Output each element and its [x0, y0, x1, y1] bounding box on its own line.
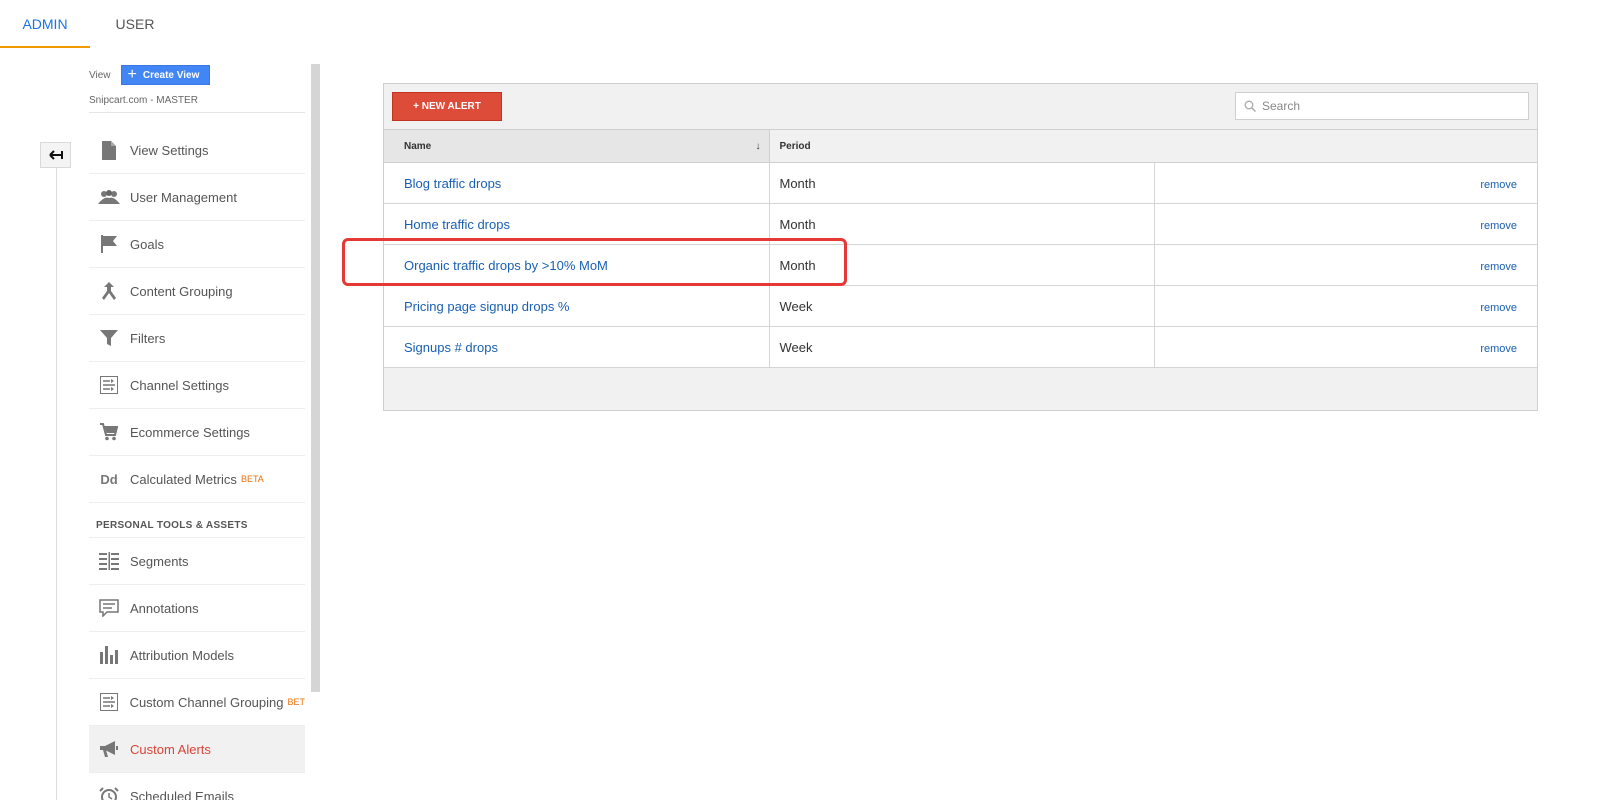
tab-admin[interactable]: ADMIN: [0, 0, 90, 48]
period-column-header[interactable]: Period: [769, 129, 1537, 163]
people-icon: [98, 187, 120, 207]
alert-name-link[interactable]: Organic traffic drops by >10% MoM: [404, 258, 608, 273]
alert-period: Month: [769, 203, 1155, 245]
sidebar-item-label: Filters: [130, 330, 166, 346]
remove-link[interactable]: remove: [1480, 261, 1517, 273]
name-header-label: Name: [404, 140, 432, 152]
channel-icon: [98, 692, 120, 712]
alerts-toolbar: + NEW ALERT: [384, 84, 1537, 129]
sidebar-item-label: Scheduled Emails: [130, 788, 235, 800]
search-box: [1235, 92, 1529, 120]
table-row: Home traffic drops Month remove: [384, 203, 1537, 245]
funnel-icon: [98, 328, 120, 348]
admin-sidebar: View + Create View Snipcart.com - MASTER…: [89, 64, 305, 800]
bar-chart-icon: [98, 645, 120, 665]
sidebar-item-channel-settings[interactable]: Channel Settings: [89, 362, 305, 409]
sidebar-item-label: Calculated Metrics: [130, 471, 237, 487]
sidebar-item-label: Custom Channel Grouping: [129, 694, 284, 710]
sidebar-item-label: Custom Alerts: [130, 741, 211, 757]
alert-period: Month: [769, 162, 1155, 204]
comment-icon: [98, 598, 120, 618]
alert-period: Week: [769, 326, 1155, 368]
alert-name-link[interactable]: Pricing page signup drops %: [404, 299, 570, 314]
sidebar-item-label: Channel Settings: [130, 377, 230, 393]
sidebar-item-attribution-models[interactable]: Attribution Models: [89, 632, 305, 679]
alert-name-link[interactable]: Signups # drops: [404, 340, 498, 355]
merge-icon: [98, 281, 120, 301]
table-row: Signups # drops Week remove: [384, 326, 1537, 368]
table-row: Organic traffic drops by >10% MoM Month …: [384, 244, 1537, 286]
sidebar-item-annotations[interactable]: Annotations: [89, 585, 305, 632]
remove-link[interactable]: remove: [1480, 179, 1517, 191]
view-label: View: [89, 69, 111, 81]
create-view-label: Create View: [142, 69, 200, 81]
search-input[interactable]: [1262, 99, 1512, 113]
sort-arrow-icon: ↓: [755, 141, 761, 152]
sidebar-item-label: Attribution Models: [130, 647, 235, 663]
sidebar-item-content-grouping[interactable]: Content Grouping: [89, 268, 305, 315]
sidebar-item-calculated-metrics[interactable]: Dd Calculated Metrics BETA: [89, 456, 305, 503]
sidebar-item-label: View Settings: [130, 142, 209, 158]
search-icon: [1244, 100, 1256, 112]
alerts-table: Name ↓ Period Blog traffic drops Month r…: [384, 129, 1537, 368]
remove-link[interactable]: remove: [1480, 220, 1517, 232]
sidebar-item-label: Ecommerce Settings: [130, 424, 250, 440]
gutter-divider: [56, 142, 57, 800]
view-selector[interactable]: Snipcart.com - MASTER: [89, 95, 305, 113]
sidebar-item-ecommerce-settings[interactable]: Ecommerce Settings: [89, 409, 305, 456]
admin-user-tabs: ADMIN USER: [0, 0, 180, 48]
beta-badge: BETA: [240, 474, 264, 484]
alert-period: Month: [769, 244, 1155, 286]
dd-icon: Dd: [100, 471, 118, 487]
sidebar-scrollbar[interactable]: [311, 64, 320, 692]
segments-icon: [98, 551, 120, 571]
arrow-left-icon: [48, 150, 63, 160]
sidebar-item-label: User Management: [130, 189, 237, 205]
remove-link[interactable]: remove: [1480, 343, 1517, 355]
sidebar-item-custom-channel-grouping[interactable]: Custom Channel Grouping BET: [89, 679, 305, 726]
custom-alerts-panel: + NEW ALERT Name ↓ Period Blog traffic d…: [383, 83, 1538, 411]
cart-icon: [98, 422, 120, 442]
sidebar-item-user-management[interactable]: User Management: [89, 174, 305, 221]
table-header-row: Name ↓ Period: [384, 129, 1537, 163]
sidebar-item-label: Segments: [130, 553, 189, 569]
sidebar-item-label: Annotations: [130, 600, 199, 616]
table-row: Pricing page signup drops % Week remove: [384, 285, 1537, 327]
sidebar-item-scheduled-emails[interactable]: Scheduled Emails: [89, 773, 305, 800]
remove-link[interactable]: remove: [1480, 302, 1517, 314]
sidebar-item-label: Content Grouping: [130, 283, 233, 299]
alert-period: Week: [769, 285, 1155, 327]
period-header-label: Period: [779, 140, 811, 152]
new-alert-button[interactable]: + NEW ALERT: [392, 92, 502, 121]
beta-badge: BET: [287, 697, 305, 707]
alert-name-link[interactable]: Blog traffic drops: [404, 176, 501, 191]
alarm-clock-icon: [98, 786, 120, 800]
sidebar-item-goals[interactable]: Goals: [89, 221, 305, 268]
view-menu: View Settings User Management Goals Cont…: [89, 127, 305, 800]
alert-name-link[interactable]: Home traffic drops: [404, 217, 510, 232]
table-row: Blog traffic drops Month remove: [384, 162, 1537, 204]
personal-tools-heading: PERSONAL TOOLS & ASSETS: [89, 503, 305, 538]
sidebar-item-view-settings[interactable]: View Settings: [89, 127, 305, 174]
flag-icon: [98, 234, 120, 254]
collapse-back-button[interactable]: [40, 142, 71, 168]
plus-icon: +: [127, 66, 137, 83]
sidebar-item-label: Goals: [130, 236, 164, 252]
name-column-header[interactable]: Name ↓: [384, 129, 770, 163]
megaphone-icon: [98, 739, 120, 759]
sidebar-item-custom-alerts[interactable]: Custom Alerts: [89, 726, 305, 773]
create-view-button[interactable]: + Create View: [120, 65, 211, 85]
tab-user[interactable]: USER: [90, 0, 180, 48]
sidebar-item-segments[interactable]: Segments: [89, 538, 305, 585]
document-icon: [98, 140, 120, 160]
sidebar-item-filters[interactable]: Filters: [89, 315, 305, 362]
channel-icon: [98, 375, 120, 395]
